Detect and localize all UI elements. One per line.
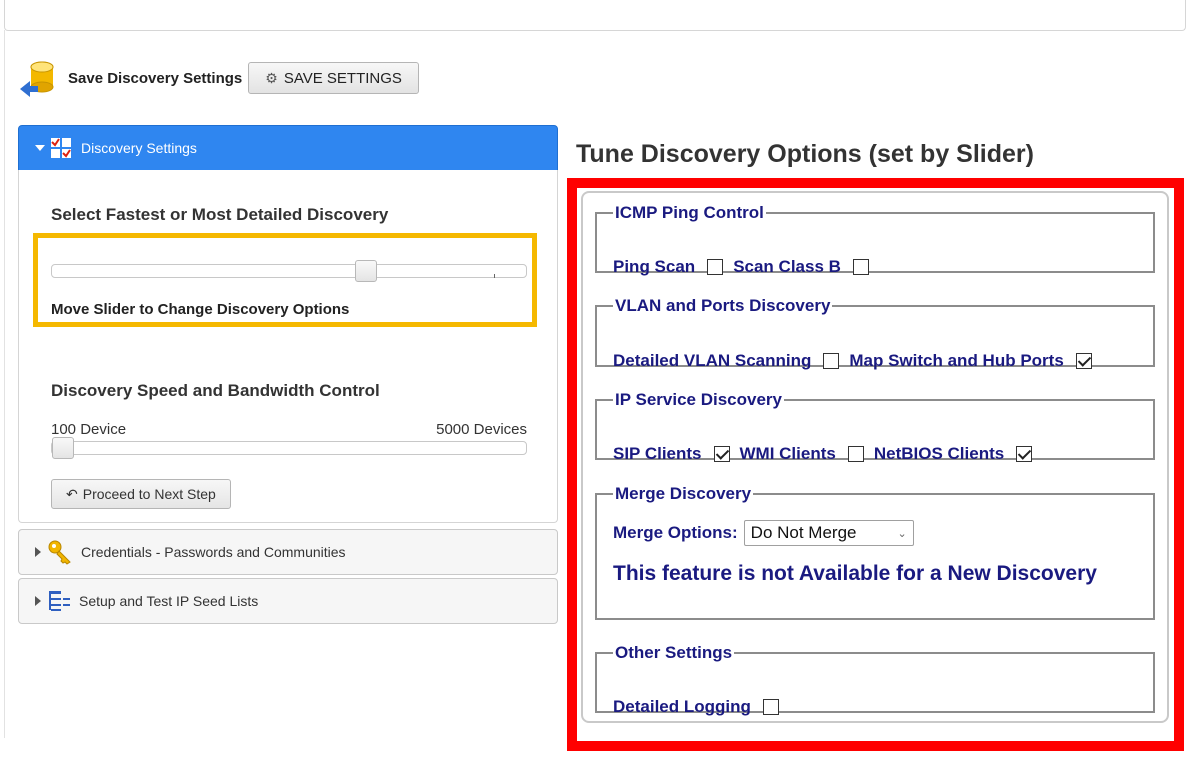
save-row: Save Discovery Settings ⚙ SAVE SETTINGS [18, 56, 419, 100]
seed-lists-header[interactable]: Setup and Test IP Seed Lists [18, 578, 558, 624]
chevron-down-icon [35, 145, 45, 151]
merge-unavailable-notice: This feature is not Available for a New … [613, 562, 1097, 585]
ip-service-group: IP Service Discovery SIP Clients WMI Cli… [595, 390, 1155, 463]
icmp-ping-row: Ping Scan Scan Class B [613, 257, 879, 277]
detail-slider-hint: Move Slider to Change Discovery Options [51, 301, 350, 318]
ping-scan-label: Ping Scan [613, 257, 696, 276]
sip-clients-label: SIP Clients [613, 444, 702, 463]
gear-icon: ⚙ [265, 69, 278, 86]
merge-discovery-legend: Merge Discovery [615, 484, 752, 503]
speed-max-label: 5000 Devices [436, 421, 527, 438]
database-icon [18, 59, 56, 97]
wmi-clients-label: WMI Clients [739, 444, 836, 463]
speed-slider[interactable] [51, 437, 527, 459]
map-switch-label: Map Switch and Hub Ports [849, 351, 1064, 370]
save-settings-button-label: SAVE SETTINGS [283, 69, 402, 87]
discovery-settings-panel: Select Fastest or Most Detailed Discover… [18, 170, 558, 523]
other-settings-group: Other Settings Detailed Logging [595, 643, 1155, 716]
chevron-down-icon: ⌄ [897, 527, 907, 540]
tune-options-title: Tune Discovery Options (set by Slider) [576, 140, 1034, 168]
seed-lists-header-label: Setup and Test IP Seed Lists [79, 593, 259, 609]
chevron-right-icon [35, 596, 41, 606]
speed-min-label: 100 Device [51, 421, 127, 438]
merge-discovery-group: Merge Discovery Merge Options: Do Not Me… [595, 484, 1155, 620]
discovery-settings-header[interactable]: Discovery Settings [18, 125, 558, 171]
detailed-vlan-checkbox[interactable] [823, 353, 840, 369]
detailed-logging-label: Detailed Logging [613, 697, 751, 716]
key-icon [47, 539, 73, 565]
chevron-right-icon [35, 547, 41, 557]
speed-slider-handle[interactable] [52, 437, 74, 459]
other-settings-row: Detailed Logging [613, 697, 789, 717]
icmp-ping-group: ICMP Ping Control Ping Scan Scan Class B [595, 203, 1155, 276]
list-tree-icon [47, 590, 71, 612]
vlan-ports-row: Detailed VLAN Scanning Map Switch and Hu… [613, 351, 1102, 371]
vlan-ports-legend: VLAN and Ports Discovery [615, 296, 831, 315]
ip-service-row: SIP Clients WMI Clients NetBIOS Clients [613, 444, 1042, 464]
proceed-button-label: Proceed to Next Step [82, 486, 216, 502]
undo-arrow-icon: ↶ [66, 485, 78, 502]
other-settings-legend: Other Settings [615, 643, 733, 662]
save-settings-button[interactable]: ⚙ SAVE SETTINGS [248, 62, 419, 94]
ping-scan-checkbox[interactable] [707, 259, 724, 275]
map-switch-checkbox[interactable] [1075, 353, 1092, 369]
merge-options-value: Do Not Merge [750, 523, 857, 542]
detail-slider[interactable] [51, 260, 527, 282]
detail-slider-title: Select Fastest or Most Detailed Discover… [51, 205, 389, 224]
save-settings-label: Save Discovery Settings [68, 69, 243, 87]
wmi-clients-checkbox[interactable] [847, 446, 864, 462]
checklist-icon [51, 138, 71, 158]
slider-tick [494, 274, 495, 278]
merge-options-label: Merge Options: [613, 523, 738, 542]
credentials-header-label: Credentials - Passwords and Communities [81, 544, 346, 560]
detail-slider-handle[interactable] [355, 260, 377, 282]
merge-options-row: Merge Options: Do Not Merge ⌄ [613, 520, 914, 546]
scan-class-b-checkbox[interactable] [852, 259, 869, 275]
page-left-border [4, 30, 5, 738]
proceed-next-step-button[interactable]: ↶ Proceed to Next Step [51, 479, 231, 509]
credentials-header[interactable]: Credentials - Passwords and Communities [18, 529, 558, 575]
merge-options-select[interactable]: Do Not Merge ⌄ [743, 520, 914, 546]
detailed-vlan-label: Detailed VLAN Scanning [613, 351, 812, 370]
sip-clients-checkbox[interactable] [713, 446, 730, 462]
top-toolbar [4, 0, 1186, 31]
detailed-logging-checkbox[interactable] [762, 699, 779, 715]
netbios-clients-label: NetBIOS Clients [873, 444, 1005, 463]
vlan-ports-group: VLAN and Ports Discovery Detailed VLAN S… [595, 296, 1155, 370]
discovery-settings-header-label: Discovery Settings [81, 140, 197, 156]
icmp-ping-legend: ICMP Ping Control [615, 203, 764, 222]
netbios-clients-checkbox[interactable] [1016, 446, 1033, 462]
speed-control-title: Discovery Speed and Bandwidth Control [51, 381, 380, 400]
scan-class-b-label: Scan Class B [733, 257, 841, 276]
ip-service-legend: IP Service Discovery [615, 390, 782, 409]
